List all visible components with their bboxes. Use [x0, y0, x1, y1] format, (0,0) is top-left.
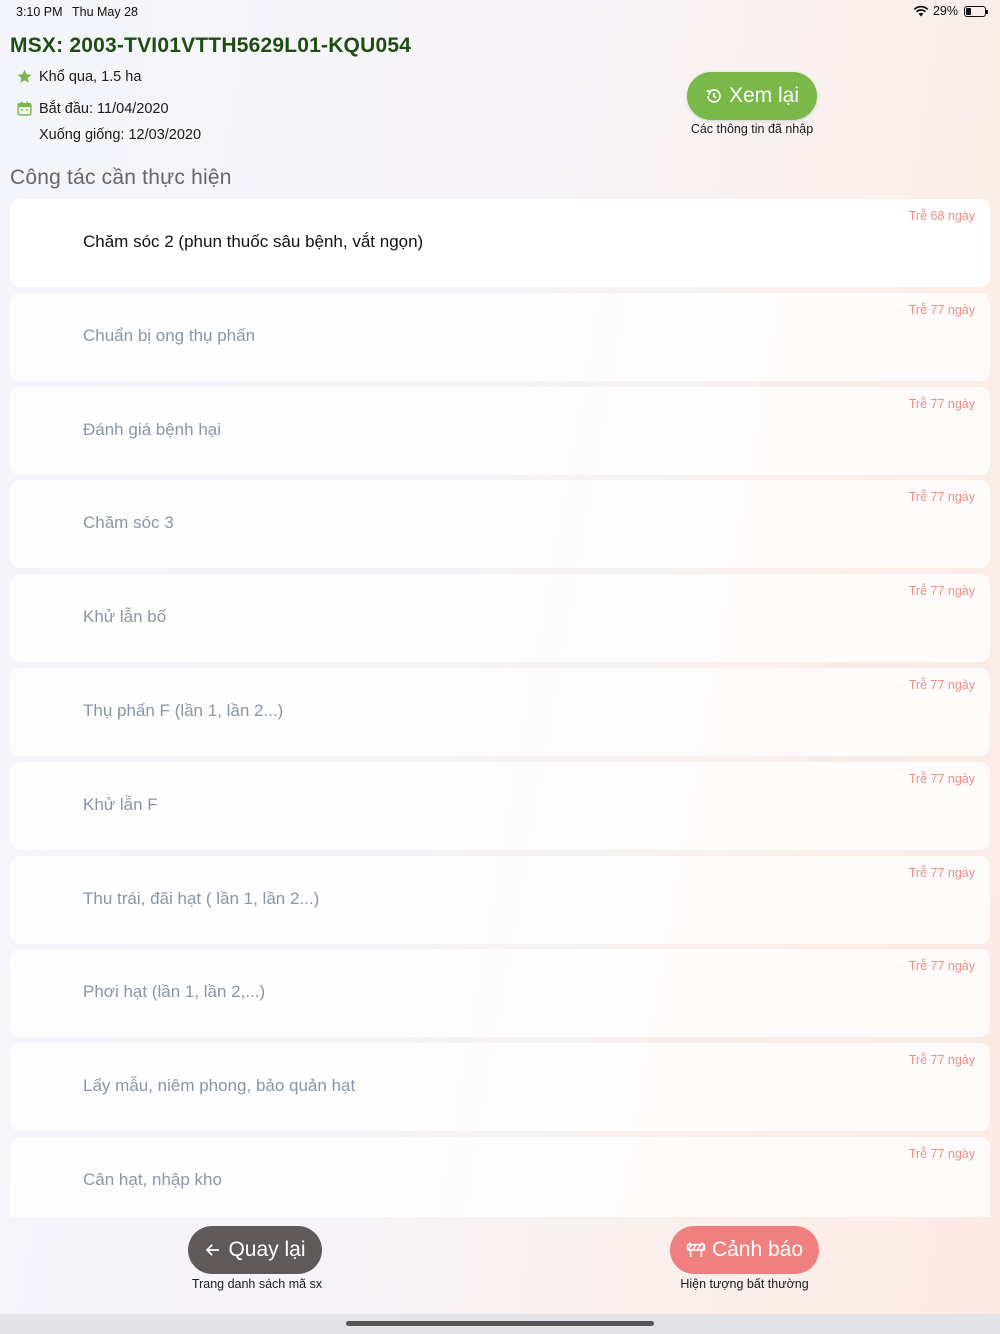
barrier-icon	[686, 1242, 706, 1257]
calendar-icon	[16, 100, 33, 117]
task-late-badge: Trễ 77 ngày	[908, 490, 975, 505]
task-list[interactable]: Trễ 68 ngày Chăm sóc 2 (phun thuốc sâu b…	[10, 199, 990, 1217]
task-card[interactable]: Trễ 77 ngày Chuẩn bị ong thụ phấn	[10, 292, 990, 381]
task-label: Cân hạt, nhập kho	[83, 1169, 222, 1189]
review-button[interactable]: Xem lại	[687, 72, 817, 120]
review-section: Xem lại Các thông tin đã nhập	[687, 72, 817, 136]
page-title: MSX: 2003-TVI01VTTH5629L01-KQU054	[10, 34, 412, 57]
task-label: Phơi hạt (lần 1, lần 2,...)	[83, 982, 266, 1002]
task-late-badge: Trễ 77 ngày	[908, 584, 975, 599]
task-label: Chuẩn bị ong thụ phấn	[83, 325, 256, 345]
task-label: Khử lẫn F	[83, 794, 158, 814]
back-caption: Trang danh sách mã sx	[191, 1277, 323, 1291]
back-section: Quay lại Trang danh sách mã sx	[188, 1226, 322, 1291]
status-indicators: 29%	[913, 4, 988, 18]
task-card[interactable]: Trễ 77 ngày Lấy mẫu, niêm phong, bảo quả…	[10, 1043, 990, 1132]
status-time: 3:10 PM	[16, 5, 63, 19]
back-button-label: Quay lại	[228, 1238, 306, 1261]
warning-section: Cảnh báo Hiện tượng bất thường	[670, 1226, 819, 1291]
task-label: Chăm sóc 3	[83, 513, 174, 533]
task-card[interactable]: Trễ 77 ngày Khử lẫn F	[10, 761, 990, 850]
task-label: Chăm sóc 2 (phun thuốc sâu bệnh, vắt ngọ…	[83, 232, 424, 251]
star-icon	[16, 68, 33, 85]
task-late-badge: Trễ 77 ngày	[908, 1146, 975, 1161]
crop-label: Khổ qua, 1.5 ha	[39, 68, 142, 85]
battery-percent: 29%	[932, 4, 958, 18]
task-label: Lấy mẫu, niêm phong, bảo quản hạt	[83, 1076, 356, 1096]
home-bar-area	[0, 1314, 1000, 1334]
review-button-label: Xem lại	[728, 84, 800, 107]
task-card[interactable]: Trễ 68 ngày Chăm sóc 2 (phun thuốc sâu b…	[10, 199, 990, 287]
section-title: Công tác cần thực hiện	[10, 166, 232, 189]
task-card[interactable]: Trễ 77 ngày Thụ phấn F (lần 1, lần 2...)	[10, 667, 990, 756]
status-date: Thu May 28	[72, 5, 139, 19]
task-label: Thu trái, đãi hạt ( lần 1, lần 2...)	[83, 888, 320, 908]
warning-button-label: Cảnh báo	[711, 1238, 804, 1261]
task-late-badge: Trễ 77 ngày	[908, 396, 975, 411]
arrow-left-icon	[206, 1244, 220, 1256]
review-caption: Các thông tin đã nhập	[690, 122, 814, 136]
history-icon	[706, 89, 721, 103]
sowing-date-label: Xuống giống: 12/03/2020	[39, 127, 202, 143]
status-bar: 3:10 PM Thu May 28 29%	[0, 0, 1000, 24]
task-card[interactable]: Trễ 77 ngày Phơi hạt (lần 1, lần 2,...)	[10, 949, 990, 1038]
start-date-label: Bắt đầu: 11/04/2020	[39, 100, 169, 117]
task-late-badge: Trễ 77 ngày	[908, 1053, 975, 1068]
sowing-date-info: Xuống giống: 12/03/2020	[39, 127, 201, 143]
task-card[interactable]: Trễ 77 ngày Khử lẫn bố	[10, 574, 990, 663]
crop-info: Khổ qua, 1.5 ha	[16, 68, 141, 85]
task-late-badge: Trễ 77 ngày	[908, 302, 975, 317]
task-label: Thụ phấn F (lần 1, lần 2...)	[83, 700, 284, 720]
task-late-badge: Trễ 77 ngày	[908, 677, 975, 692]
task-late-badge: Trễ 77 ngày	[908, 771, 975, 786]
start-date-info: Bắt đầu: 11/04/2020	[16, 100, 169, 117]
back-button[interactable]: Quay lại	[188, 1226, 322, 1274]
task-label: Khử lẫn bố	[83, 607, 167, 627]
task-card[interactable]: Trễ 77 ngày Chăm sóc 3	[10, 480, 990, 569]
warning-caption: Hiện tượng bất thường	[680, 1277, 809, 1291]
task-label: Đánh giá bệnh hại	[83, 419, 222, 439]
battery-icon	[964, 5, 988, 17]
task-card[interactable]: Trễ 77 ngày Cân hạt, nhập kho	[10, 1136, 990, 1217]
wifi-icon	[913, 5, 929, 17]
home-indicator[interactable]	[346, 1321, 654, 1326]
task-card[interactable]: Trễ 77 ngày Thu trái, đãi hạt ( lần 1, l…	[10, 855, 990, 944]
task-late-badge: Trễ 77 ngày	[908, 959, 975, 974]
task-late-badge: Trễ 68 ngày	[908, 209, 975, 223]
task-late-badge: Trễ 77 ngày	[908, 865, 975, 880]
task-card[interactable]: Trễ 77 ngày Đánh giá bệnh hại	[10, 386, 990, 475]
warning-button[interactable]: Cảnh báo	[670, 1226, 819, 1274]
